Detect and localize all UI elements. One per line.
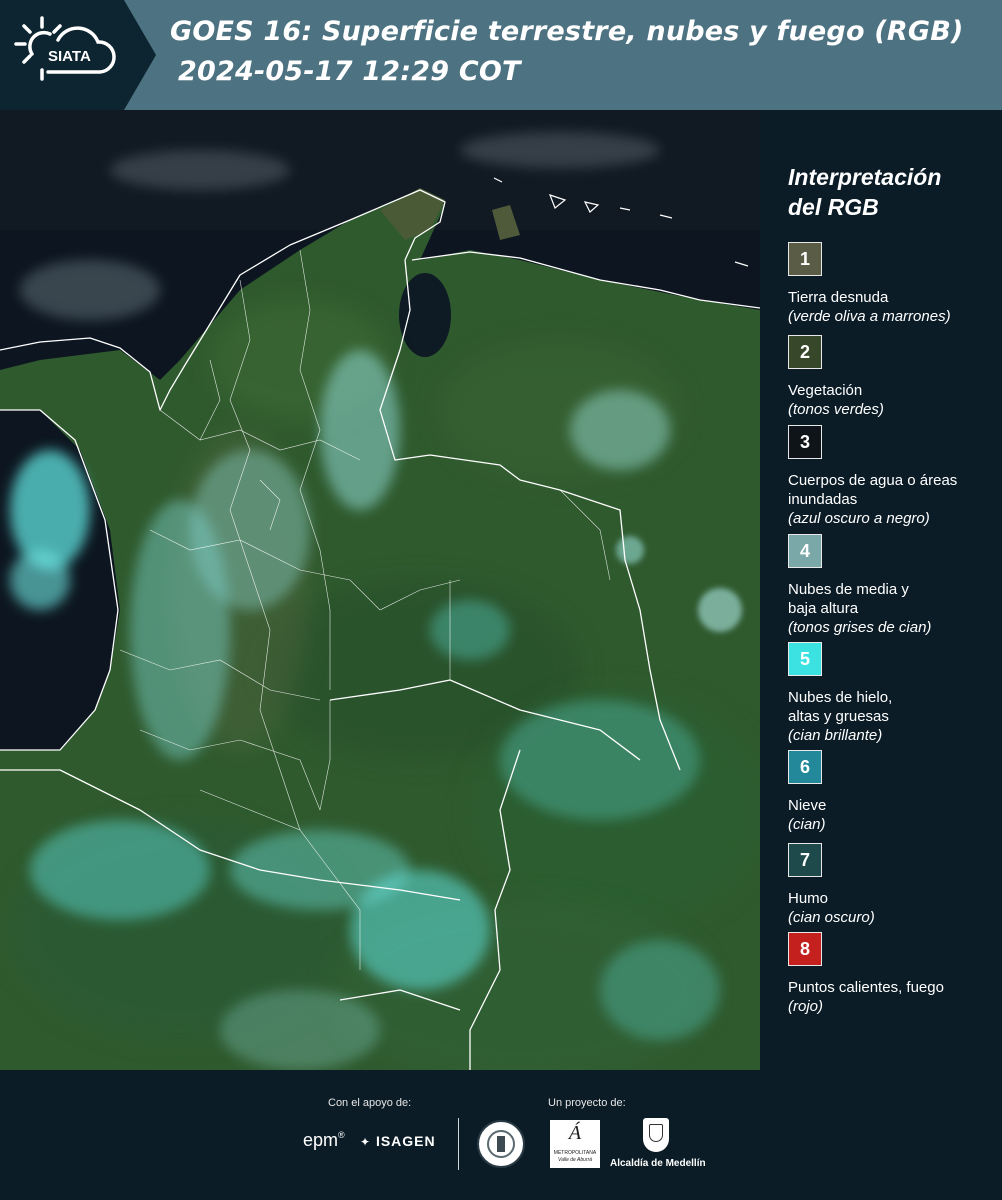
area-metro-text: METROPOLITANA xyxy=(553,1150,597,1156)
legend-title-line1: Interpretación xyxy=(788,164,942,190)
legend-title-line2: del RGB xyxy=(788,194,879,220)
legend-panel: Interpretación del RGB 1 Tierra desnuda … xyxy=(760,110,1002,1070)
siata-logo: SIATA xyxy=(0,0,156,110)
legend-sublabel: (tonos grises de cian) xyxy=(788,619,932,636)
legend-sublabel: (cian) xyxy=(788,816,826,833)
isagen-icon: ✦ xyxy=(360,1135,372,1149)
legend-item-smoke: 7 Humo (cian oscuro) xyxy=(788,843,998,927)
legend-sublabel: (tonos verdes) xyxy=(788,401,884,418)
legend-swatch: 3 xyxy=(788,425,822,459)
timestamp: 2024-05-17 12:29 COT xyxy=(178,56,521,87)
area-metropolitana-logo: Á METROPOLITANA Valle de Aburrá xyxy=(550,1120,600,1168)
footer: Con el apoyo de: Un proyecto de: epm® ✦ … xyxy=(0,1070,1002,1200)
lake-maracaibo xyxy=(399,273,451,357)
legend-swatch: 4 xyxy=(788,534,822,568)
legend-swatch: 6 xyxy=(788,750,822,784)
legend-swatch: 7 xyxy=(788,843,822,877)
project-label: Un proyecto de: xyxy=(548,1097,626,1109)
legend-label: Humo xyxy=(788,890,829,907)
footer-divider xyxy=(458,1118,459,1170)
legend-label: Nubes de hielo, altas y gruesas xyxy=(788,689,893,725)
svg-text:SIATA: SIATA xyxy=(48,48,91,65)
epm-logo: epm® xyxy=(303,1130,345,1150)
legend-swatch: 8 xyxy=(788,932,822,966)
rgb-composite-image xyxy=(0,110,760,1070)
legend-item-vegetation: 2 Vegetación (tonos verdes) xyxy=(788,335,998,419)
legend-label: Tierra desnuda xyxy=(788,289,889,306)
legend-swatch: 5 xyxy=(788,642,822,676)
legend-swatch: 2 xyxy=(788,335,822,369)
legend-sublabel: (cian oscuro) xyxy=(788,909,875,926)
legend-item-snow: 6 Nieve (cian) xyxy=(788,750,998,834)
support-label: Con el apoyo de: xyxy=(328,1097,412,1109)
medellin-shield-icon xyxy=(643,1118,669,1152)
legend-item-ice-clouds: 5 Nubes de hielo, altas y gruesas (cian … xyxy=(788,642,998,745)
legend-sublabel: (azul oscuro a negro) xyxy=(788,510,930,527)
legend-item-water: 3 Cuerpos de agua o áreas inundadas (azu… xyxy=(788,425,998,528)
university-seal-icon xyxy=(477,1120,525,1168)
legend-sublabel: (verde oliva a marrones) xyxy=(788,308,951,325)
legend-label: Cuerpos de agua o áreas inundadas xyxy=(788,472,958,508)
area-metro-subtext: Valle de Aburrá xyxy=(557,1157,593,1163)
legend-label: Puntos calientes, fuego xyxy=(788,979,944,996)
legend-sublabel: (rojo) xyxy=(788,998,824,1015)
page-title: GOES 16: Superficie terrestre, nubes y f… xyxy=(170,16,964,47)
sun-cloud-icon: SIATA xyxy=(14,16,116,81)
legend-label: Nubes de media y baja altura xyxy=(788,581,909,617)
legend-title: Interpretación del RGB xyxy=(788,162,988,222)
isagen-logo: ✦ ISAGEN xyxy=(360,1133,436,1149)
legend-label: Vegetación xyxy=(788,382,863,399)
legend-item-low-clouds: 4 Nubes de media y baja altura (tonos gr… xyxy=(788,534,998,637)
legend-label: Nieve xyxy=(788,797,827,814)
alcaldia-label: Alcaldía de Medellín xyxy=(610,1158,706,1169)
legend-sublabel: (cian brillante) xyxy=(788,727,883,744)
isagen-logo-text: ISAGEN xyxy=(375,1133,436,1149)
legend-item-bare-soil: 1 Tierra desnuda (verde oliva a marrones… xyxy=(788,242,998,326)
epm-logo-text: epm xyxy=(303,1130,339,1150)
legend-swatch: 1 xyxy=(788,242,822,276)
header-bar: SIATA GOES 16: Superficie terrestre, nub… xyxy=(0,0,1002,110)
satellite-map xyxy=(0,110,760,1070)
legend-item-fire: 8 Puntos calientes, fuego (rojo) xyxy=(788,932,998,1016)
